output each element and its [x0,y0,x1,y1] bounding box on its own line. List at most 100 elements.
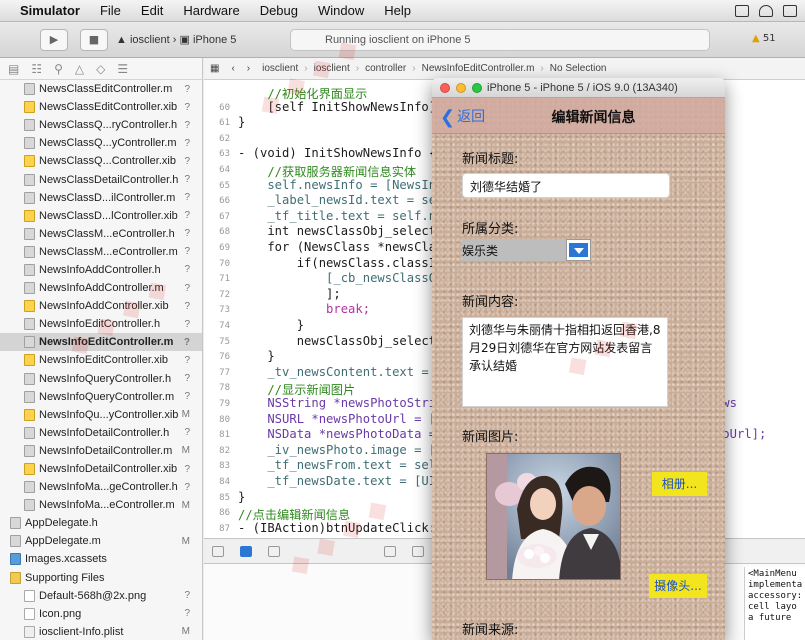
file-name: NewsClassDetailController.h [39,173,179,186]
code-line[interactable]: self.newsInfo = [NewsInfo [238,178,450,192]
simulator-titlebar[interactable]: iPhone 5 - iPhone 5 / iOS 9.0 (13A340) [432,78,725,98]
scheme-selector[interactable]: ▲ iosclient › ▣ iPhone 5 [116,33,236,46]
file-row[interactable]: NewsInfoEditController.m? [0,333,202,352]
file-row[interactable]: NewsInfoDetailController.h? [0,424,202,442]
screen-icon[interactable] [735,4,749,17]
file-row[interactable]: NewsInfoAddController.m? [0,279,202,297]
jump-bar: ▦ ‹ › iosclient › iosclient › controller… [204,58,805,80]
jump-file[interactable]: NewsInfoEditController.m [416,63,541,74]
file-row[interactable]: NewsInfoQueryController.m? [0,388,202,406]
folder-icon[interactable]: ▤ [8,62,19,76]
file-row[interactable]: NewsClassD...lController.xib? [0,207,202,225]
page-title: 编辑新闻信息 [551,110,636,126]
close-button[interactable] [440,83,450,93]
file-row[interactable]: NewsClassD...ilController.m? [0,189,202,207]
file-row[interactable]: NewsClassEditController.xib? [0,98,202,116]
menu-app-name[interactable]: Simulator [6,3,90,18]
file-row[interactable]: NewsClassM...eController.m? [0,243,202,261]
content-textview[interactable]: 刘德华与朱丽倩十指相扣返回香港,8月29日刘德华在官方网站发表留言承认结婚 [462,317,668,407]
code-line[interactable]: } [238,349,274,363]
related-items-icon[interactable]: ▦ [204,63,225,74]
line-number: 81 [219,430,230,441]
file-row[interactable]: NewsInfoAddController.h? [0,261,202,279]
category-dropdown-button[interactable] [566,239,591,261]
debug-icon[interactable]: ☰ [117,62,128,76]
line-number: 80 [219,414,230,425]
file-row[interactable]: NewsClassQ...yController.m? [0,134,202,152]
file-row[interactable]: NewsClassEditController.m? [0,80,202,98]
device-screen: ❮ 返回 编辑新闻信息 新闻标题: 刘德华结婚了 所属分类: 娱乐类 新闻内容: … [432,98,725,640]
file-row[interactable]: NewsClassDetailController.h? [0,170,202,188]
run-button[interactable]: ▶ [40,29,68,51]
file-name: NewsInfoEditController.m [39,336,174,349]
breakpoints-icon[interactable] [240,546,252,557]
minimize-button[interactable] [456,83,466,93]
file-row[interactable]: Default-568h@2x.png? [0,587,202,605]
stop-button[interactable]: ■ [80,29,108,51]
xib-file-icon [24,463,35,476]
warning-badge[interactable]: ▲ 51 [752,33,776,44]
code-line[interactable]: } [238,115,245,129]
jump-project[interactable]: iosclient [256,63,304,74]
file-row[interactable]: NewsInfoQueryController.h? [0,370,202,388]
file-row[interactable]: Supporting Files [0,569,202,587]
file-row[interactable]: NewsInfoDetailController.m M [0,442,202,460]
file-row[interactable]: NewsClassQ...Controller.xib? [0,152,202,170]
photo-label: 新闻图片: [462,430,519,445]
file-row[interactable]: NewsInfoMa...geController.h? [0,478,202,496]
m-file-icon [24,444,35,457]
code-line[interactable]: ]; [238,287,341,301]
camera-button[interactable]: 摄像头... [649,574,707,598]
file-row[interactable]: NewsInfoMa...eController.m M [0,496,202,514]
step-over-icon[interactable] [384,546,396,557]
jump-group[interactable]: iosclient [308,63,356,74]
code-line[interactable]: - (void) InitShowNewsInfo { [238,146,436,160]
file-row[interactable]: Icon.png? [0,605,202,623]
code-line[interactable]: } [238,318,304,332]
file-status: ? [184,608,190,620]
back-arrow-icon[interactable]: ‹ [225,63,240,74]
code-line[interactable]: [self InitShowNewsInfo]; [238,100,443,114]
file-row[interactable]: NewsInfoQu...yController.xib M [0,406,202,424]
file-row[interactable]: NewsInfoAddController.xib? [0,297,202,315]
file-row[interactable]: NewsInfoEditController.xib? [0,351,202,369]
menu-file[interactable]: File [90,3,131,18]
menu-window[interactable]: Window [308,3,374,18]
title-input[interactable]: 刘德华结婚了 [462,173,670,198]
symbol-icon[interactable]: ☷ [31,62,42,76]
location-icon[interactable] [412,546,424,557]
hide-debug-area-icon[interactable] [212,546,224,557]
zoom-button[interactable] [472,83,482,93]
console-output[interactable]: <MainMenu implementa accessory: cell layo a … [744,567,805,640]
file-row[interactable]: AppDelegate.m M [0,532,202,550]
menu-edit[interactable]: Edit [131,3,173,18]
file-row[interactable]: NewsInfoDetailController.xib? [0,460,202,478]
code-line[interactable]: } [238,490,245,504]
file-row[interactable]: NewsInfoEditController.h? [0,315,202,333]
menu-debug[interactable]: Debug [250,3,308,18]
file-status: M [181,535,190,547]
m-file-icon [24,137,35,150]
jump-folder[interactable]: controller [359,63,412,74]
code-line[interactable]: break; [238,302,370,316]
pause-icon[interactable] [268,546,280,557]
file-name: NewsInfoAddController.h [39,263,161,276]
menu-hardware[interactable]: Hardware [173,3,249,18]
file-status: ? [184,264,190,276]
album-button[interactable]: 相册... [652,472,707,496]
warning-icon[interactable]: △ [75,62,84,76]
forward-arrow-icon[interactable]: › [241,63,256,74]
file-name: NewsInfoQueryController.h [39,372,172,385]
search-icon[interactable]: ⚲ [54,62,63,76]
test-icon[interactable]: ◇ [96,62,105,76]
menu-help[interactable]: Help [374,3,421,18]
file-row[interactable]: iosclient-Info.plist M [0,623,202,640]
jump-symbol[interactable]: No Selection [544,63,613,74]
file-row[interactable]: Images.xcassets [0,550,202,568]
file-row[interactable]: NewsClassQ...ryController.h? [0,116,202,134]
line-number: 76 [219,352,230,363]
wifi-icon[interactable] [759,4,773,17]
battery-icon[interactable] [783,4,797,17]
file-row[interactable]: AppDelegate.h [0,514,202,532]
file-row[interactable]: NewsClassM...eController.h? [0,225,202,243]
